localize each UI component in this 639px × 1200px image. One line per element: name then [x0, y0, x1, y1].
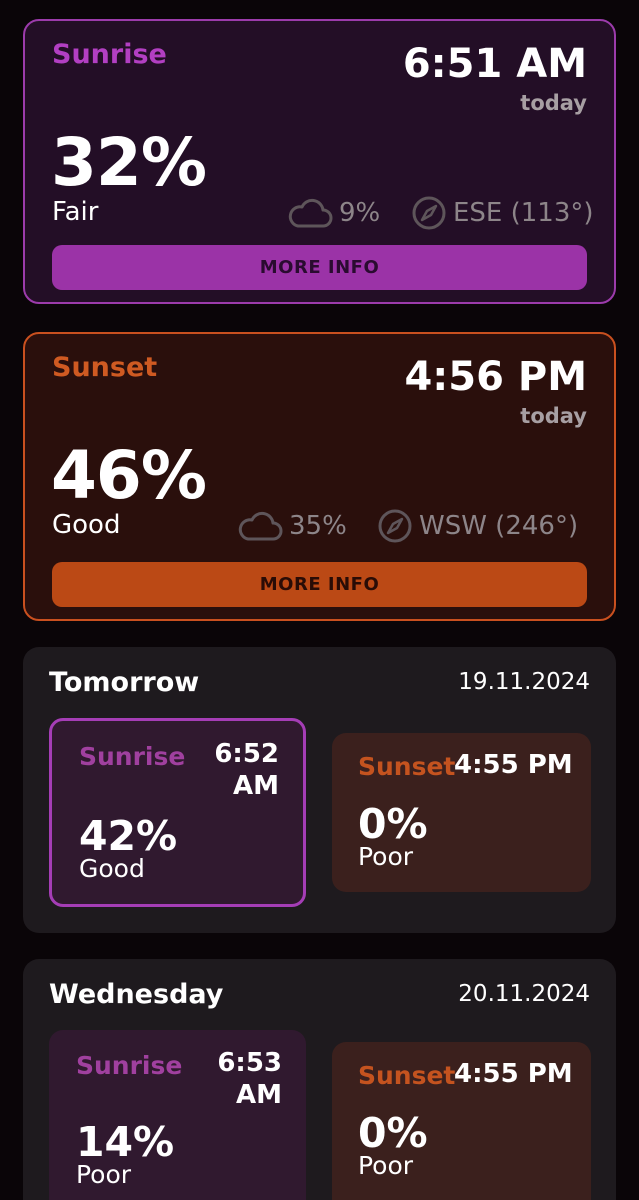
sunrise-time-hm: 6:52 [214, 739, 279, 769]
sunrise-time-hm: 6:53 [217, 1048, 282, 1078]
sunset-label: Sunset [52, 352, 158, 383]
today-sunrise-card[interactable]: Sunrise 6:51 AM today 32% Fair 9% ESE (1… [23, 19, 616, 304]
sunset-time: 4:55 PM [454, 750, 573, 780]
sunrise-quality-percent: 32% [51, 124, 207, 201]
sunset-cloud-cover: 35% [237, 506, 347, 546]
direction-value: ESE (113°) [453, 198, 594, 228]
sunset-quality-percent: 0% [358, 1109, 428, 1157]
sunset-quality-label: Good [52, 510, 121, 540]
sunrise-time: 6:51 AM [402, 41, 587, 87]
sunset-time: 4:56 PM [404, 354, 587, 400]
tomorrow-sunrise-tile[interactable]: Sunrise 6:52 AM 42% Good [49, 718, 306, 907]
day-name: Wednesday [49, 979, 224, 1010]
sunrise-label: Sunrise [79, 742, 186, 771]
cloud-icon [287, 196, 333, 230]
sunrise-direction: ESE (113°) [411, 193, 594, 233]
sunset-time: 4:55 PM [454, 1059, 573, 1089]
sunset-label: Sunset [358, 1061, 456, 1090]
direction-value: WSW (246°) [419, 511, 579, 541]
sunrise-more-info-button[interactable]: MORE INFO [52, 245, 587, 290]
sunrise-quality-label: Fair [52, 197, 99, 227]
compass-icon [411, 195, 447, 231]
day-card-tomorrow: Tomorrow 19.11.2024 Sunrise 6:52 AM 42% … [23, 647, 616, 933]
sunrise-time-ampm: AM [236, 1080, 282, 1110]
day-name: Tomorrow [49, 667, 200, 698]
sunrise-quality-percent: 42% [79, 812, 178, 860]
sunrise-time: 6:52 AM [214, 738, 279, 802]
day-date: 19.11.2024 [458, 669, 590, 695]
sunset-direction: WSW (246°) [377, 506, 578, 546]
sunrise-time-ampm: AM [233, 771, 279, 801]
wednesday-sunrise-tile[interactable]: Sunrise 6:53 AM 14% Poor [49, 1030, 306, 1200]
sunrise-cloud-cover: 9% [287, 193, 380, 233]
sunset-quality-label: Poor [358, 1151, 414, 1180]
sunrise-quality-percent: 14% [76, 1118, 175, 1166]
compass-icon [377, 508, 413, 544]
day-date: 20.11.2024 [458, 981, 590, 1007]
sunrise-quality-label: Good [79, 854, 145, 883]
cloud-cover-value: 9% [339, 198, 381, 228]
sunset-quality-percent: 46% [51, 437, 207, 514]
sunrise-time: 6:53 AM [217, 1047, 282, 1111]
sunrise-label: Sunrise [52, 39, 167, 70]
wednesday-sunset-tile[interactable]: Sunset 4:55 PM 0% Poor [332, 1042, 591, 1200]
sunrise-when: today [520, 91, 587, 115]
day-card-wednesday: Wednesday 20.11.2024 Sunrise 6:53 AM 14%… [23, 959, 616, 1200]
sunset-quality-percent: 0% [358, 800, 428, 848]
app-screen: Sunrise 6:51 AM today 32% Fair 9% ESE (1… [0, 0, 639, 1200]
cloud-cover-value: 35% [289, 511, 347, 541]
sunrise-quality-label: Poor [76, 1160, 132, 1189]
sunrise-label: Sunrise [76, 1051, 183, 1080]
sunset-label: Sunset [358, 752, 456, 781]
sunset-quality-label: Poor [358, 842, 414, 871]
sunset-more-info-button[interactable]: MORE INFO [52, 562, 587, 607]
cloud-icon [237, 509, 283, 543]
today-sunset-card[interactable]: Sunset 4:56 PM today 46% Good 35% WSW (2… [23, 332, 616, 621]
tomorrow-sunset-tile[interactable]: Sunset 4:55 PM 0% Poor [332, 733, 591, 892]
sunset-when: today [520, 404, 587, 428]
